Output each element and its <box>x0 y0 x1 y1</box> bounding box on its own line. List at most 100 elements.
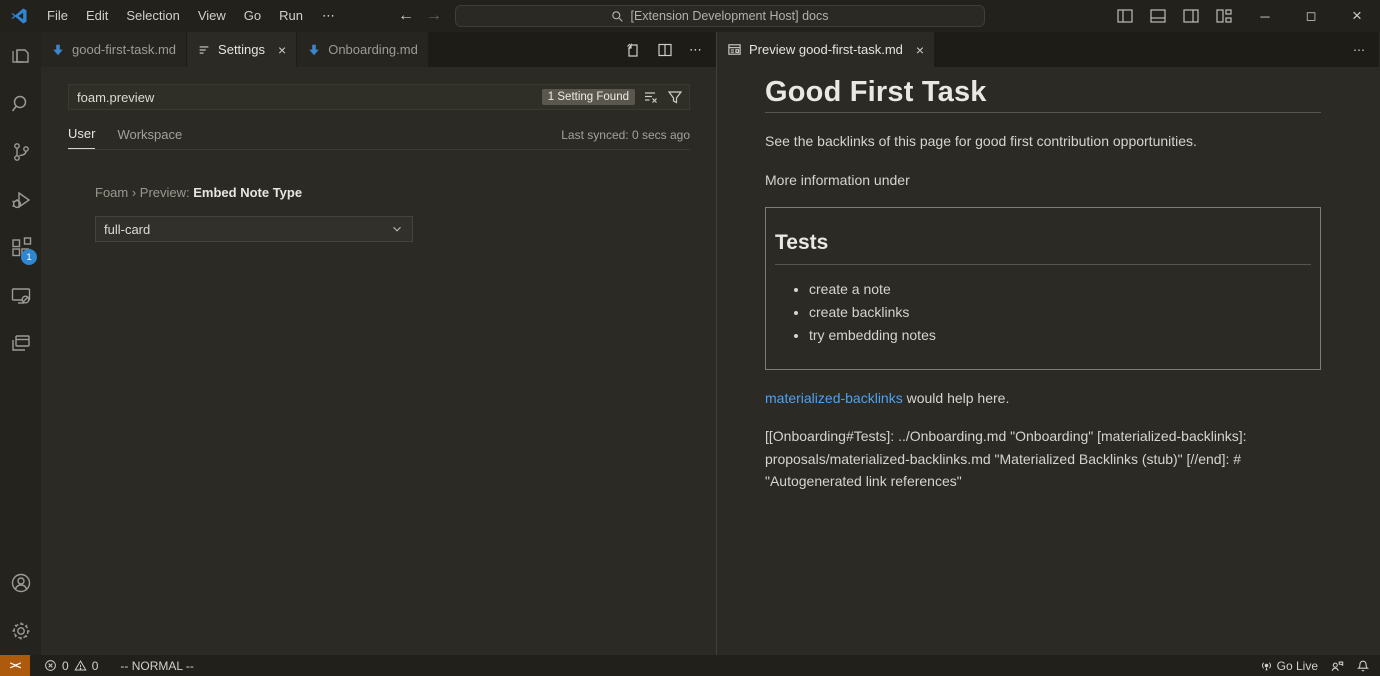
list-item: create backlinks <box>809 301 1311 323</box>
menu-edit[interactable]: Edit <box>77 0 117 32</box>
status-bar: >< 0 0 -- NORMAL -- Go Live <box>0 655 1380 676</box>
forward-arrow-icon[interactable]: → <box>426 7 442 25</box>
embed-heading: Tests <box>775 232 1311 265</box>
menu-more-button[interactable]: ⋯ <box>312 8 345 24</box>
setting-item-embed-note-type: Foam › Preview: Embed Note Type full-car… <box>95 185 690 242</box>
menu-view[interactable]: View <box>189 0 235 32</box>
menu-go[interactable]: Go <box>235 0 270 32</box>
tab-preview-good-first-task[interactable]: Preview good-first-task.md × <box>717 32 935 67</box>
tab-close-icon[interactable]: × <box>278 42 286 58</box>
setting-name: Embed Note Type <box>193 185 302 200</box>
close-button[interactable]: × <box>1334 0 1380 32</box>
search-icon <box>611 10 624 23</box>
remote-explorer-icon[interactable] <box>0 272 41 320</box>
settings-gear-icon[interactable] <box>0 607 41 655</box>
settings-scope-tabs: User Workspace Last synced: 0 secs ago <box>68 124 690 150</box>
tab-label: Preview good-first-task.md <box>749 42 903 57</box>
extensions-badge: 1 <box>21 249 37 265</box>
setting-category: Foam › Preview: <box>95 185 193 200</box>
setting-label: Foam › Preview: Embed Note Type <box>95 185 690 200</box>
markdown-file-icon <box>307 43 321 57</box>
accounts-icon[interactable] <box>0 559 41 607</box>
editor-group-left: good-first-task.md Settings × Onboarding… <box>41 32 717 655</box>
markdown-preview: Good First Task See the backlinks of thi… <box>717 67 1379 493</box>
vscode-logo-icon <box>10 7 28 25</box>
preview-link-paragraph: materialized-backlinks would help here. <box>765 387 1321 409</box>
go-live-button[interactable]: Go Live <box>1254 655 1324 676</box>
error-count: 0 <box>62 659 69 673</box>
tab-label: good-first-task.md <box>72 42 176 57</box>
feedback-button[interactable] <box>1324 655 1350 676</box>
broadcast-icon <box>1260 659 1273 672</box>
menu-selection[interactable]: Selection <box>117 0 188 32</box>
explorer-icon[interactable] <box>0 32 41 80</box>
windows-stack-icon[interactable] <box>0 320 41 368</box>
preview-title: Good First Task <box>765 81 1321 113</box>
link-references-paragraph: [[Onboarding#Tests]: ../Onboarding.md "O… <box>765 425 1321 493</box>
customize-layout-icon[interactable] <box>1216 8 1232 24</box>
split-editor-icon[interactable] <box>657 42 673 58</box>
bell-icon <box>1356 659 1370 673</box>
toggle-panel-icon[interactable] <box>1150 8 1166 24</box>
settings-result-count-badge: 1 Setting Found <box>542 89 635 105</box>
toggle-secondary-sidebar-icon[interactable] <box>1183 8 1199 24</box>
tab-settings[interactable]: Settings × <box>187 32 297 67</box>
clear-settings-search-icon[interactable] <box>643 89 659 105</box>
menu-file[interactable]: File <box>38 0 77 32</box>
embed-list: create a note create backlinks try embed… <box>775 278 1311 346</box>
tabbar-left: good-first-task.md Settings × Onboarding… <box>41 32 716 67</box>
menu-run[interactable]: Run <box>270 0 312 32</box>
editor-group-right: Preview good-first-task.md × ⋯ Good Firs… <box>717 32 1379 655</box>
command-center-search[interactable]: [Extension Development Host] docs <box>455 5 985 27</box>
feedback-icon <box>1330 659 1344 673</box>
tab-label: Settings <box>218 42 265 57</box>
dropdown-value: full-card <box>104 222 150 237</box>
run-debug-icon[interactable] <box>0 176 41 224</box>
scope-tab-workspace[interactable]: Workspace <box>117 127 182 149</box>
embedded-note-card: Tests create a note create backlinks try… <box>765 207 1321 370</box>
search-view-icon[interactable] <box>0 80 41 128</box>
problems-status[interactable]: 0 0 <box>38 655 104 676</box>
error-icon <box>44 659 57 672</box>
open-settings-json-icon[interactable] <box>625 42 641 58</box>
tabbar-right: Preview good-first-task.md × ⋯ <box>717 32 1379 67</box>
filter-icon[interactable] <box>667 89 683 105</box>
maximize-button[interactable]: ◻ <box>1288 0 1334 32</box>
go-live-label: Go Live <box>1277 659 1318 673</box>
notifications-bell[interactable] <box>1350 655 1380 676</box>
toggle-primary-sidebar-icon[interactable] <box>1117 8 1133 24</box>
scope-tab-user[interactable]: User <box>68 126 95 149</box>
minimize-button[interactable]: ─ <box>1242 0 1288 32</box>
settings-search-box: 1 Setting Found <box>68 84 690 110</box>
title-bar: File Edit Selection View Go Run ⋯ ← → [E… <box>0 0 1380 32</box>
warning-icon <box>74 659 87 672</box>
settings-search-input[interactable] <box>77 90 542 105</box>
vim-mode-status[interactable]: -- NORMAL -- <box>114 655 200 676</box>
warning-count: 0 <box>92 659 99 673</box>
command-center-label: [Extension Development Host] docs <box>630 9 828 23</box>
tab-onboarding[interactable]: Onboarding.md <box>297 32 429 67</box>
tab-good-first-task[interactable]: good-first-task.md <box>41 32 187 67</box>
settings-editor: 1 Setting Found User Workspace Last sync… <box>41 67 716 242</box>
editor-actions-more-icon[interactable]: ⋯ <box>689 42 702 58</box>
markdown-preview-icon <box>727 42 742 57</box>
editor-actions-more-icon[interactable]: ⋯ <box>1353 43 1365 57</box>
tab-close-icon[interactable]: × <box>916 42 924 58</box>
embed-note-type-dropdown[interactable]: full-card <box>95 216 413 242</box>
back-arrow-icon[interactable]: ← <box>398 7 414 25</box>
activity-bar: 1 <box>0 32 41 655</box>
vscode-logo <box>0 7 38 25</box>
preview-paragraph: More information under <box>765 169 1321 191</box>
extensions-icon[interactable]: 1 <box>0 224 41 272</box>
settings-sync-status: Last synced: 0 secs ago <box>561 128 690 149</box>
remote-indicator[interactable]: >< <box>0 655 30 676</box>
vim-mode-text: -- NORMAL -- <box>120 659 194 673</box>
list-item: try embedding notes <box>809 324 1311 346</box>
markdown-file-icon <box>51 43 65 57</box>
source-control-icon[interactable] <box>0 128 41 176</box>
settings-editor-icon <box>197 43 211 57</box>
tab-label: Onboarding.md <box>328 42 418 57</box>
materialized-backlinks-link[interactable]: materialized-backlinks <box>765 390 903 406</box>
chevron-down-icon <box>390 222 404 236</box>
list-item: create a note <box>809 278 1311 300</box>
